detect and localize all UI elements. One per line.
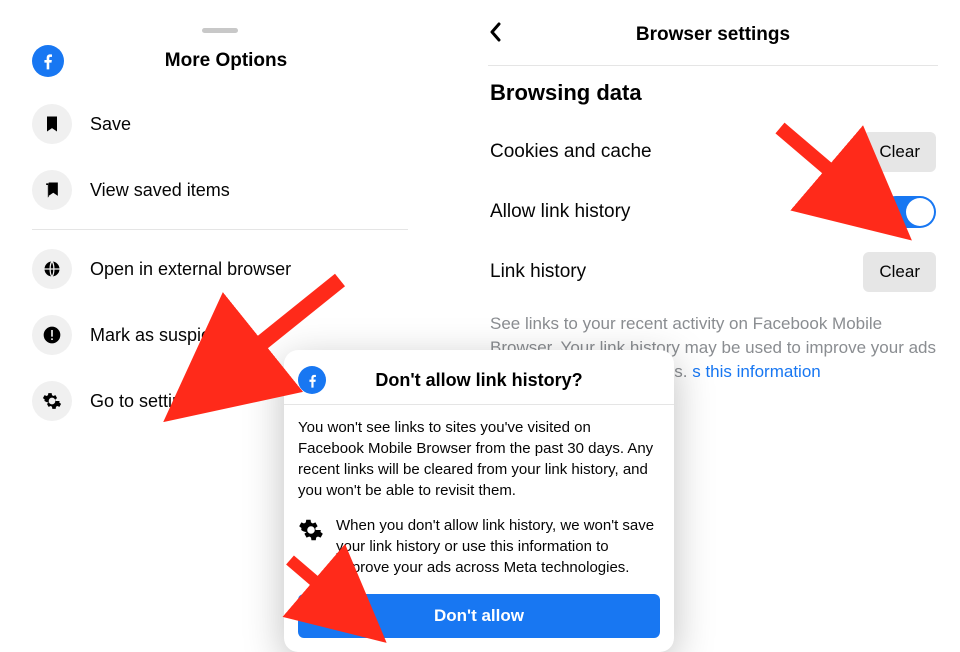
toggle-knob [906, 198, 934, 226]
browser-settings-screen: Browser settings Browsing data Cookies a… [488, 18, 938, 383]
row-allow-link-history: Allow link history [488, 184, 938, 240]
menu-item-view-saved[interactable]: View saved items [32, 157, 408, 223]
modal-divider [284, 404, 674, 405]
menu-item-label: Save [90, 114, 131, 135]
menu-item-label: Open in external browser [90, 259, 291, 280]
modal-body-text: You won't see links to sites you've visi… [298, 417, 660, 501]
description-link[interactable]: s this information [692, 362, 821, 381]
clear-link-history-button[interactable]: Clear [863, 252, 936, 292]
row-label: Allow link history [490, 201, 630, 223]
menu-item-label: View saved items [90, 180, 230, 201]
globe-icon [32, 249, 72, 289]
gear-icon [32, 381, 72, 421]
sheet-title: More Options [32, 50, 420, 72]
modal-title: Don't allow link history? [298, 370, 660, 391]
bookmark-icon [32, 104, 72, 144]
modal-info-text: When you don't allow link history, we wo… [336, 515, 660, 578]
dont-allow-link-history-modal: Don't allow link history? You won't see … [284, 350, 674, 652]
menu-item-save[interactable]: Save [32, 91, 408, 157]
row-cookies-cache: Cookies and cache Clear [488, 120, 938, 184]
dont-allow-button[interactable]: Don't allow [298, 594, 660, 638]
bookmark-collection-icon [32, 170, 72, 210]
menu-divider [32, 229, 408, 230]
menu-item-label: Mark as suspicious [90, 325, 243, 346]
gear-icon [298, 517, 324, 543]
alert-circle-icon [32, 315, 72, 355]
menu-item-label: Go to settings [90, 391, 201, 412]
row-label: Cookies and cache [490, 141, 652, 163]
allow-link-history-toggle[interactable] [880, 196, 936, 228]
sheet-grabber[interactable] [202, 28, 238, 33]
row-link-history: Link history Clear [488, 240, 938, 304]
header-divider [488, 65, 938, 66]
row-label: Link history [490, 261, 586, 283]
section-heading: Browsing data [490, 80, 938, 106]
menu-item-open-external[interactable]: Open in external browser [32, 236, 408, 302]
screen-title: Browser settings [488, 24, 938, 46]
clear-cookies-button[interactable]: Clear [863, 132, 936, 172]
